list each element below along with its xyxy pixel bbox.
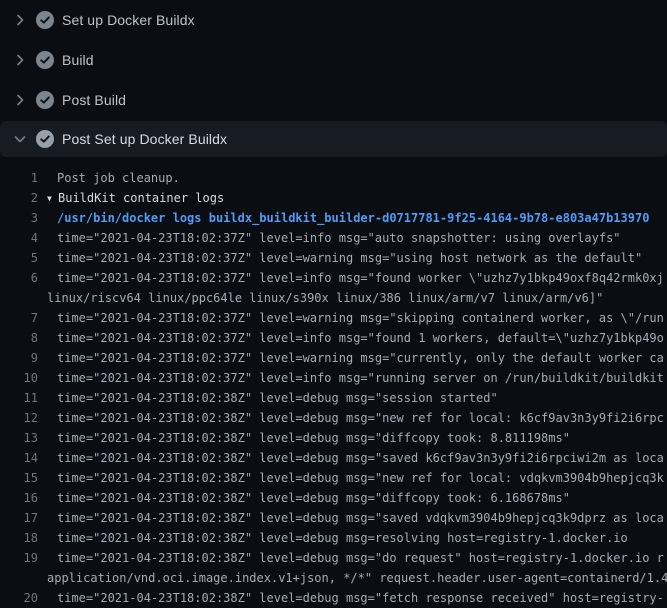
log-text: time="2021-04-23T18:02:38Z" level=debug …	[38, 451, 664, 465]
log-text: time="2021-04-23T18:02:38Z" level=debug …	[38, 511, 664, 525]
log-line: 6time="2021-04-23T18:02:37Z" level=info …	[0, 268, 667, 288]
log-line: 7time="2021-04-23T18:02:37Z" level=warni…	[0, 308, 667, 328]
step-row-set-up-docker-buildx[interactable]: Set up Docker Buildx	[0, 0, 667, 40]
step-row-build[interactable]: Build	[0, 40, 667, 80]
log-line: 10time="2021-04-23T18:02:37Z" level=info…	[0, 368, 667, 388]
line-number[interactable]: 12	[0, 408, 38, 428]
chevron-right-icon	[12, 52, 28, 68]
log-line: 13time="2021-04-23T18:02:38Z" level=debu…	[0, 428, 667, 448]
chevron-down-icon	[12, 131, 28, 147]
log-text: application/vnd.oci.image.index.v1+json,…	[38, 571, 667, 585]
log-line: 12time="2021-04-23T18:02:38Z" level=debu…	[0, 408, 667, 428]
log-line: 1Post job cleanup.	[0, 168, 667, 188]
log-text: time="2021-04-23T18:02:38Z" level=debug …	[38, 491, 570, 505]
line-number[interactable]: 14	[0, 448, 38, 468]
log-text: time="2021-04-23T18:02:37Z" level=warnin…	[38, 251, 642, 265]
log-text: time="2021-04-23T18:02:38Z" level=debug …	[38, 431, 570, 445]
line-number[interactable]: 9	[0, 348, 38, 368]
check-circle-icon	[36, 91, 54, 109]
log-text: time="2021-04-23T18:02:37Z" level=info m…	[38, 231, 621, 245]
check-circle-icon	[36, 130, 54, 148]
log-text: time="2021-04-23T18:02:37Z" level=info m…	[38, 331, 664, 345]
line-number[interactable]: 5	[0, 248, 38, 268]
line-number[interactable]: 17	[0, 508, 38, 528]
log-text: time="2021-04-23T18:02:37Z" level=warnin…	[38, 311, 664, 325]
log-line: 15time="2021-04-23T18:02:38Z" level=debu…	[0, 468, 667, 488]
line-number[interactable]: 10	[0, 368, 38, 388]
log-line: 18time="2021-04-23T18:02:38Z" level=debu…	[0, 528, 667, 548]
log-text: time="2021-04-23T18:02:38Z" level=debug …	[38, 411, 664, 425]
log-line: 19time="2021-04-23T18:02:38Z" level=debu…	[0, 548, 667, 568]
log-text: time="2021-04-23T18:02:38Z" level=debug …	[38, 391, 498, 405]
chevron-right-icon	[12, 12, 28, 28]
log-group-toggle[interactable]: ▼BuildKit container logs	[38, 191, 224, 205]
log-text: time="2021-04-23T18:02:38Z" level=debug …	[38, 591, 664, 605]
step-label: Post Set up Docker Buildx	[62, 131, 227, 147]
log-line: 4time="2021-04-23T18:02:37Z" level=info …	[0, 228, 667, 248]
log-text: time="2021-04-23T18:02:37Z" level=info m…	[38, 271, 664, 285]
log-line: 8time="2021-04-23T18:02:37Z" level=info …	[0, 328, 667, 348]
check-circle-icon	[36, 51, 54, 69]
log-line: 2▼BuildKit container logs	[0, 188, 667, 208]
log-text: time="2021-04-23T18:02:38Z" level=debug …	[38, 531, 628, 545]
log-text: linux/riscv64 linux/ppc64le linux/s390x …	[38, 291, 603, 305]
log-text: Post job cleanup.	[38, 171, 180, 185]
line-number[interactable]: 19	[0, 548, 38, 568]
log-text: time="2021-04-23T18:02:38Z" level=debug …	[38, 471, 664, 485]
line-number[interactable]: 7	[0, 308, 38, 328]
log-line: 16time="2021-04-23T18:02:38Z" level=debu…	[0, 488, 667, 508]
log-line: 11time="2021-04-23T18:02:38Z" level=debu…	[0, 388, 667, 408]
line-number[interactable]: 11	[0, 388, 38, 408]
log-text: time="2021-04-23T18:02:38Z" level=debug …	[38, 551, 664, 565]
log-line: linux/riscv64 linux/ppc64le linux/s390x …	[0, 288, 667, 308]
line-number[interactable]: 13	[0, 428, 38, 448]
group-expand-triangle-icon: ▼	[47, 189, 58, 208]
line-number[interactable]: 15	[0, 468, 38, 488]
line-number[interactable]: 18	[0, 528, 38, 548]
log-line: 3/usr/bin/docker logs buildx_buildkit_bu…	[0, 208, 667, 228]
line-number[interactable]: 4	[0, 228, 38, 248]
chevron-right-icon	[12, 92, 28, 108]
log-line: application/vnd.oci.image.index.v1+json,…	[0, 568, 667, 588]
log-line: 9time="2021-04-23T18:02:37Z" level=warni…	[0, 348, 667, 368]
step-row-post-set-up-docker-buildx[interactable]: Post Set up Docker Buildx	[0, 121, 667, 157]
job-steps-list: Set up Docker Buildx Build Post Build Po…	[0, 0, 667, 157]
line-number[interactable]: 1	[0, 168, 38, 188]
step-label: Post Build	[62, 92, 126, 108]
step-label: Build	[62, 52, 94, 68]
line-number[interactable]: 3	[0, 208, 38, 228]
log-line: 17time="2021-04-23T18:02:38Z" level=debu…	[0, 508, 667, 528]
log-line: 5time="2021-04-23T18:02:37Z" level=warni…	[0, 248, 667, 268]
line-number[interactable]: 16	[0, 488, 38, 508]
step-row-post-build[interactable]: Post Build	[0, 80, 667, 120]
log-line: 14time="2021-04-23T18:02:38Z" level=debu…	[0, 448, 667, 468]
line-number[interactable]: 2	[0, 188, 38, 208]
line-number[interactable]: 6	[0, 268, 38, 288]
log-text: time="2021-04-23T18:02:37Z" level=warnin…	[38, 351, 664, 365]
line-number[interactable]: 20	[0, 588, 38, 608]
log-line: 20time="2021-04-23T18:02:38Z" level=debu…	[0, 588, 667, 608]
check-circle-icon	[36, 11, 54, 29]
log-command-text: /usr/bin/docker logs buildx_buildkit_bui…	[38, 211, 649, 225]
line-number[interactable]: 8	[0, 328, 38, 348]
log-lines: 1Post job cleanup.2▼BuildKit container l…	[0, 157, 667, 608]
log-text: time="2021-04-23T18:02:37Z" level=info m…	[38, 371, 664, 385]
step-label: Set up Docker Buildx	[62, 12, 195, 28]
